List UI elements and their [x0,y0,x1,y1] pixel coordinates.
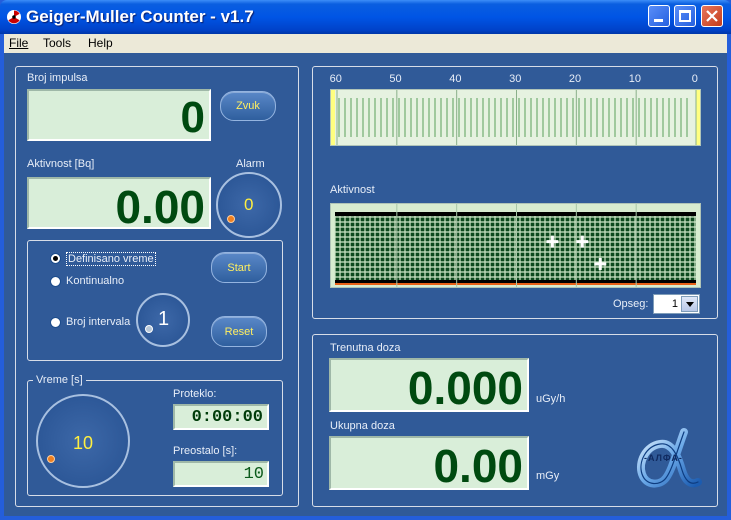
current-dose-value: 0.000 [407,362,523,414]
scale-tick-label: 0 [691,73,698,85]
window-title: Geiger-Muller Counter - v1.7 [26,7,254,26]
total-dose-value: 0.00 [433,440,523,492]
scale-tick-label: 60 [329,73,342,85]
mode-option-continuous[interactable]: Kontinualno [66,275,124,287]
time-knob[interactable]: 10 [36,394,130,488]
intervals-knob[interactable]: 1 [136,293,190,347]
activity-graph [330,203,701,288]
activity-label: Aktivnost [Bq] [27,158,95,170]
total-dose-label: Ukupna doza [330,420,395,432]
activity-graph-svg [334,204,696,287]
counter-label: Broj impulsa [27,72,88,84]
counter-value: 0 [180,93,205,142]
remaining-label: Preostalo [s]: [173,445,238,457]
close-button[interactable] [701,5,723,27]
current-dose-label: Trenutna doza [330,342,401,354]
alarm-value: 0 [244,195,254,214]
total-dose-display: 0.00 [329,436,529,492]
scale-tick-label: 50 [389,73,402,85]
alarm-knob[interactable]: 0 [216,172,282,238]
mode-radio-continuous[interactable] [50,276,61,287]
mode-radio-intervals[interactable] [50,317,61,328]
intervals-value: 1 [158,308,170,330]
logo-text: -АЛФА- [644,453,683,463]
bar-strip-svg [331,90,700,145]
chevron-down-icon [686,302,694,307]
total-dose-unit: mGy [536,470,560,482]
maximize-button[interactable] [674,5,696,27]
graph-label: Aktivnost [330,184,375,196]
scale-tick-label: 30 [509,73,522,85]
range-dropdown-button[interactable] [681,296,698,312]
sound-button[interactable]: Zvuk [220,91,276,121]
maximize-icon [679,10,691,22]
graph-baseline [335,283,696,285]
knob-indicator [47,455,55,463]
scale-tick-label: 20 [568,73,582,85]
activity-value: 0.00 [115,181,205,233]
menu-help[interactable]: Help [88,36,113,50]
range-select[interactable]: 1 [653,294,700,314]
graph-bottom-border [335,280,696,283]
counter-display: 0 [27,89,211,142]
current-dose-unit: uGy/h [536,393,566,405]
time-knob-value: 10 [73,433,94,453]
elapsed-label: Proteklo: [173,388,217,400]
strip-edge [331,90,335,145]
time-group-label: Vreme [s] [33,374,86,386]
elapsed-display: 0:00:00 [173,404,269,430]
elapsed-value: 0:00:00 [191,408,263,427]
graph-top-border [335,212,696,216]
remaining-display: 10 [173,461,269,487]
knob-indicator [145,325,153,333]
minimize-icon [654,19,663,22]
current-dose-display: 0.000 [329,358,529,414]
mode-option-defined[interactable]: Definisano vreme [66,252,156,266]
activity-display: 0.00 [27,177,211,233]
range-label: Opseg: [613,298,649,310]
minimize-button[interactable] [648,5,670,27]
close-icon [706,10,718,22]
start-button[interactable]: Start [211,252,267,283]
menu-file[interactable]: File [9,36,28,50]
radiation-icon [7,10,21,24]
scale-tick-label: 40 [449,73,462,85]
reset-button[interactable]: Reset [211,316,267,347]
menu-tools[interactable]: Tools [43,36,71,50]
range-value: 1 [671,298,678,310]
remaining-value: 10 [243,465,264,484]
scale-tick-label: 10 [628,73,642,85]
knob-indicator [227,215,235,223]
alarm-label: Alarm [236,158,265,170]
mode-radio-defined[interactable] [50,253,61,264]
strip-edge [696,90,700,145]
activity-bar-strip [330,89,701,146]
mode-option-intervals[interactable]: Broj intervala [66,316,130,328]
